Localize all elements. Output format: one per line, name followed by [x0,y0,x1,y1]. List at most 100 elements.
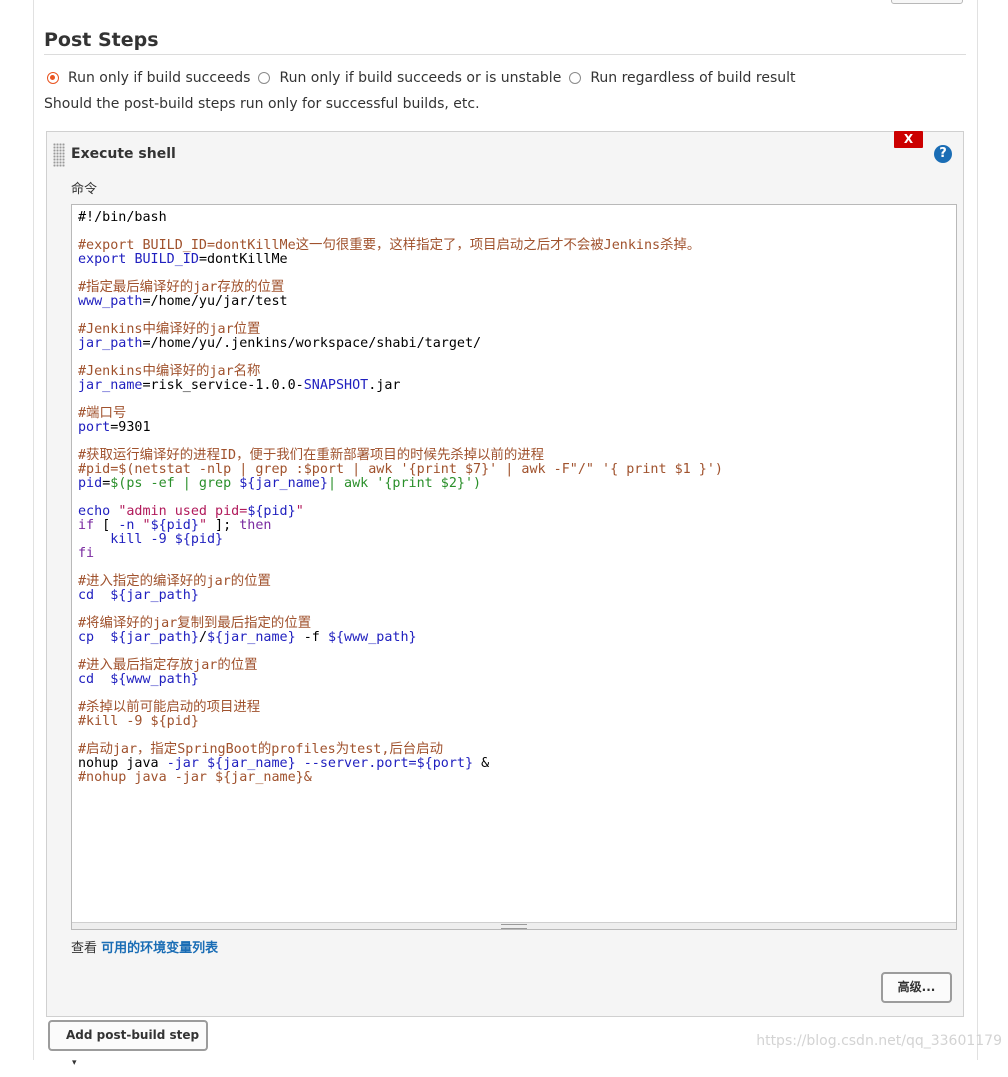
textarea-resize-handle[interactable] [72,922,956,929]
code-token: #将编译好的jar复制到最后指定的位置 [78,616,312,631]
code-token: =risk_service-1.0.0- [142,378,304,393]
code-line: #pid=$(netstat -nlp | grep :$port | awk … [78,463,723,477]
code-token: #export BUILD_ID=dontKillMe这一句很重要，这样指定了，… [78,238,701,253]
env-hint-prefix: 查看 [71,941,102,956]
code-token: pid [78,476,103,491]
code-token: #Jenkins中编译好的jar名称 [78,364,261,379]
add-step-label: Add post-build step [66,1028,200,1042]
code-line: #export BUILD_ID=dontKillMe这一句很重要，这样指定了，… [78,239,723,253]
code-token: ${jar_name} [207,756,296,771]
code-token: -jar [166,756,199,771]
code-token: #端口号 [78,406,127,421]
code-token: & [473,756,490,771]
code-line: fi [78,547,723,561]
code-token: --server.port= [303,756,417,771]
code-token: #nohup java -jar ${jar_name}& [78,770,312,785]
code-line: echo "admin used pid=${pid}" [78,505,723,519]
code-token: SNAPSHOT [303,378,369,393]
code-token: nohup java [78,756,167,771]
code-token: cd [78,672,95,687]
code-token: ${port} [416,756,474,771]
code-token: ${www_path} [327,630,417,645]
code-token: " [295,504,304,519]
code-token: ${jar_name} [207,630,296,645]
code-line: #将编译好的jar复制到最后指定的位置 [78,617,723,631]
code-token: ${jar_name} [239,476,328,491]
code-token: #启动jar，指定SpringBoot的profiles为test,后台启动 [78,742,443,757]
code-token: #!/bin/bash [78,210,167,225]
code-line: #nohup java -jar ${jar_name}& [78,771,723,785]
section-divider [44,54,966,55]
help-icon[interactable]: ? [934,145,952,163]
code-line: cd ${www_path} [78,673,723,687]
code-line: cp ${jar_path}/${jar_name} -f ${www_path… [78,631,723,645]
code-token: port [78,420,111,435]
radio-label: Run only if build succeeds or is unstabl… [279,70,562,86]
radio-button-icon[interactable] [258,72,271,84]
code-line: #kill -9 ${pid} [78,715,723,729]
code-token: kill -9 ${pid} [110,532,224,547]
code-token: " [198,518,207,533]
code-token: cp [78,630,95,645]
code-line: #Jenkins中编译好的jar位置 [78,323,723,337]
delete-step-button[interactable]: X [894,131,923,148]
code-line: #启动jar，指定SpringBoot的profiles为test,后台启动 [78,743,723,757]
code-token: | awk '{print $2}') [327,476,482,491]
code-token: www_path [78,294,143,309]
code-token: then [239,518,272,533]
code-token: [ [94,518,119,533]
code-line: export BUILD_ID=dontKillMe [78,253,723,267]
code-line: cd ${jar_path} [78,589,723,603]
env-variables-link[interactable]: 可用的环境变量列表 [101,941,218,956]
caret-down-icon: ▾ [72,1058,77,1068]
code-token: ${www_path} [110,672,199,687]
top-button-stub[interactable] [891,0,963,4]
resize-grip-icon [501,924,527,929]
add-post-build-step-button[interactable]: Add post-build step ▾ [48,1020,208,1068]
radio-button-icon[interactable] [47,72,59,84]
code-token: fi [78,546,95,561]
step-title: Execute shell [71,146,176,162]
code-token: BUILD_ID [134,252,199,267]
radio-button-icon[interactable] [569,72,582,84]
code-line: #端口号 [78,407,723,421]
advanced-button[interactable]: 高级... [881,972,952,1003]
code-token: #pid=$(netstat -nlp | grep :$port | awk … [78,462,723,477]
code-token: ${jar_path} [110,588,199,603]
radio-run-if-succeeds[interactable]: Run only if build succeeds [47,70,250,86]
code-token: jar_name [78,378,143,393]
code-token: #杀掉以前可能启动的项目进程 [78,700,261,715]
code-token: .jar [368,378,401,393]
code-token: ${pid} [247,504,296,519]
command-textarea[interactable]: #!/bin/bash #export BUILD_ID=dontKillMe这一… [71,204,957,930]
code-token: #进入指定的编译好的jar的位置 [78,574,271,589]
code-line: if [ -n "${pid}" ]; then [78,519,723,533]
env-hint: 查看 可用的环境变量列表 [71,937,218,956]
code-line: #获取运行编译好的进程ID，便于我们在重新部署项目的时候先杀掉以前的进程 [78,449,723,463]
code-token: ${jar_path} [110,630,199,645]
code-line: port=9301 [78,421,723,435]
code-token: #进入最后指定存放jar的位置 [78,658,258,673]
code-token: "admin used pid= [118,504,248,519]
code-token: ${pid} [150,518,199,533]
code-token: cd [78,588,95,603]
radio-run-if-succeeds-or-unstable[interactable]: Run only if build succeeds or is unstabl… [258,70,561,86]
watermark: https://blog.csdn.net/qq_33601179 [756,1033,1002,1049]
code-token: jar_path [78,336,143,351]
radio-run-regardless[interactable]: Run regardless of build result [569,70,796,86]
code-line: pid=$(ps -ef | grep ${jar_name}| awk '{p… [78,477,723,491]
drag-handle-icon[interactable] [53,143,65,167]
code-line: #进入指定的编译好的jar的位置 [78,575,723,589]
